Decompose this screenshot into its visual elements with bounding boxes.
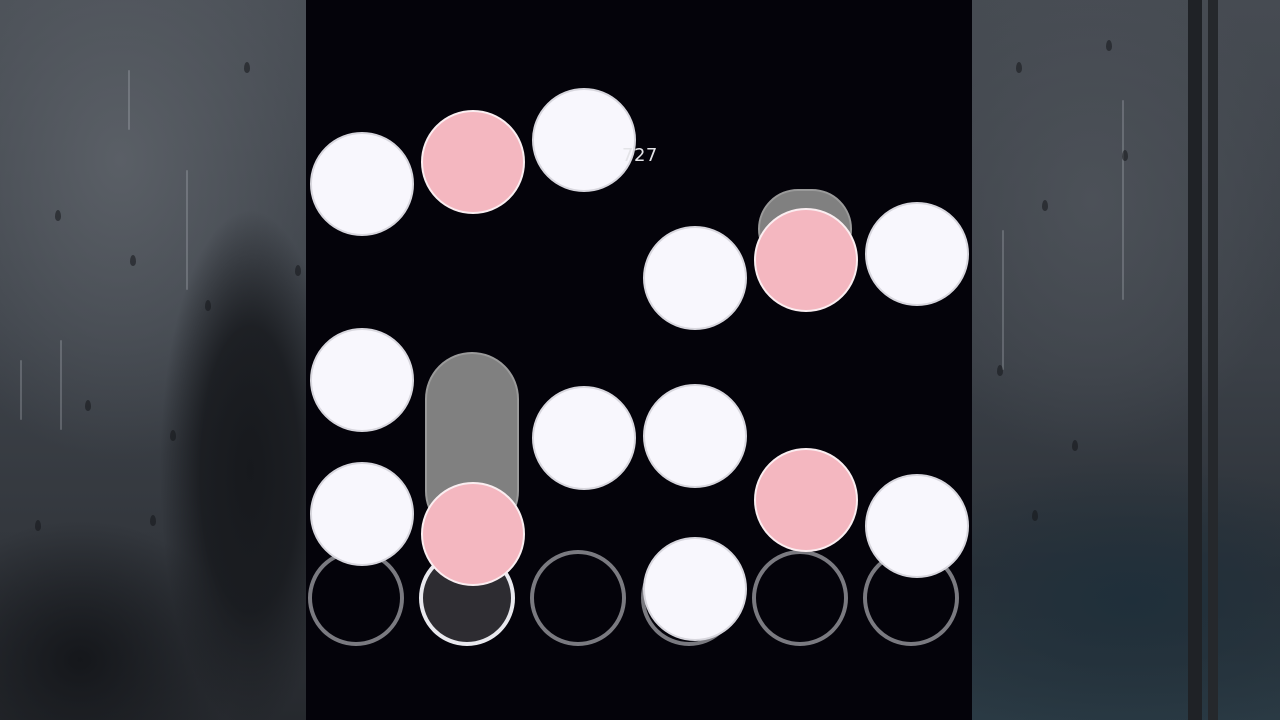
rain-streak — [186, 170, 188, 290]
raindrop — [1122, 150, 1128, 161]
lane-5-receptor[interactable] — [752, 550, 848, 646]
tap-note — [421, 110, 525, 214]
raindrop — [295, 265, 301, 276]
window-frame — [1188, 0, 1202, 720]
rain-streak — [60, 340, 62, 430]
raindrop — [85, 400, 91, 411]
raindrop — [244, 62, 250, 73]
lane-3-receptor[interactable] — [530, 550, 626, 646]
raindrop — [997, 365, 1003, 376]
tap-note — [310, 132, 414, 236]
rain-streak — [20, 360, 22, 420]
tap-note — [865, 202, 969, 306]
raindrop — [170, 430, 176, 441]
rain-streak — [1002, 230, 1004, 370]
rain-streak — [1122, 100, 1124, 300]
tap-note — [643, 384, 747, 488]
tap-note — [754, 448, 858, 552]
tap-note — [532, 88, 636, 192]
raindrop — [130, 255, 136, 266]
playfield[interactable]: 727 — [306, 0, 972, 720]
raindrop — [35, 520, 41, 531]
tap-note — [643, 226, 747, 330]
rain-streak — [128, 70, 130, 130]
tap-note — [310, 462, 414, 566]
raindrop — [1016, 62, 1022, 73]
raindrop — [150, 515, 156, 526]
raindrop — [1106, 40, 1112, 51]
hold-note-head — [421, 482, 525, 586]
raindrop — [55, 210, 61, 221]
hold-note-head — [754, 208, 858, 312]
tap-note — [643, 537, 747, 641]
tap-note — [532, 386, 636, 490]
raindrop — [205, 300, 211, 311]
background-left-panel — [0, 0, 306, 720]
background-right-panel — [972, 0, 1280, 720]
raindrop — [1072, 440, 1078, 451]
combo-counter: 727 — [622, 145, 658, 166]
raindrop — [1042, 200, 1048, 211]
tap-note — [865, 474, 969, 578]
tap-note — [310, 328, 414, 432]
raindrop — [1032, 510, 1038, 521]
